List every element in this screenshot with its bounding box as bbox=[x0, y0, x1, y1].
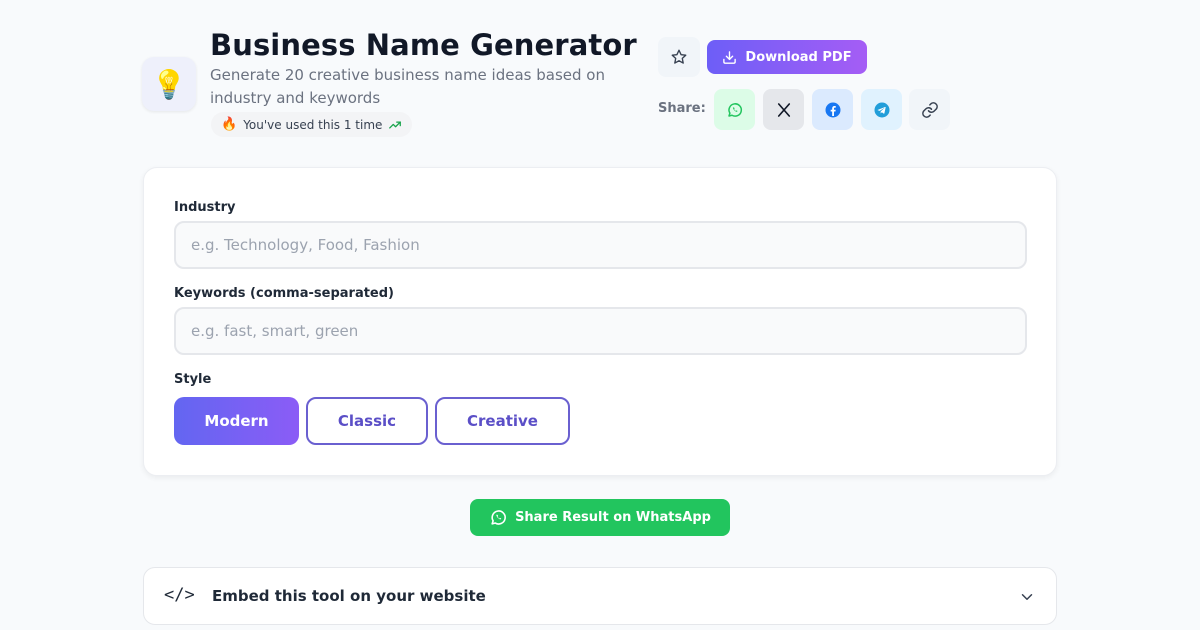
page-title: Business Name Generator bbox=[210, 28, 637, 62]
chevron-down-icon[interactable] bbox=[1018, 588, 1036, 606]
share-whatsapp-button[interactable] bbox=[714, 89, 755, 130]
copy-link-button[interactable] bbox=[909, 89, 950, 130]
industry-input[interactable] bbox=[174, 221, 1027, 269]
page-subtitle: Generate 20 creative business name ideas… bbox=[210, 66, 605, 107]
download-pdf-label: Download PDF bbox=[745, 49, 852, 65]
telegram-icon bbox=[874, 102, 889, 117]
usage-badge: 🔥 You've used this 1 time bbox=[211, 112, 413, 137]
download-pdf-button[interactable]: Download PDF bbox=[707, 40, 867, 74]
code-icon: </> bbox=[164, 585, 195, 605]
keywords-label: Keywords (comma-separated) bbox=[174, 286, 394, 301]
usage-text: You've used this 1 time bbox=[243, 117, 383, 132]
industry-label: Industry bbox=[174, 200, 236, 215]
app-icon-glyph: 💡 bbox=[151, 67, 187, 101]
lightbulb-icon: 💡 bbox=[142, 57, 196, 111]
embed-title: Embed this tool on your website bbox=[212, 587, 486, 605]
whatsapp-icon bbox=[727, 102, 742, 117]
share-x-button[interactable] bbox=[763, 89, 804, 130]
share-result-whatsapp-button[interactable]: Share Result on WhatsApp bbox=[470, 499, 730, 536]
whatsapp-icon bbox=[491, 510, 506, 525]
embed-accordion[interactable]: </> Embed this tool on your website bbox=[143, 567, 1057, 625]
share-result-label: Share Result on WhatsApp bbox=[515, 510, 711, 525]
x-icon bbox=[777, 102, 790, 117]
favorite-button[interactable] bbox=[658, 37, 700, 77]
style-option-classic[interactable]: Classic bbox=[306, 397, 428, 445]
fire-icon: 🔥 bbox=[221, 117, 238, 132]
style-option-modern[interactable]: Modern bbox=[174, 397, 299, 445]
facebook-icon bbox=[825, 102, 840, 117]
share-label: Share: bbox=[658, 101, 706, 116]
star-icon bbox=[671, 49, 687, 64]
share-telegram-button[interactable] bbox=[861, 89, 902, 130]
keywords-input[interactable] bbox=[174, 307, 1027, 355]
link-icon bbox=[921, 101, 938, 118]
download-icon bbox=[723, 50, 737, 64]
style-label: Style bbox=[174, 372, 212, 387]
style-option-creative[interactable]: Creative bbox=[435, 397, 570, 445]
generator-form-card: Industry Keywords (comma-separated) Styl… bbox=[143, 167, 1057, 476]
share-facebook-button[interactable] bbox=[812, 89, 853, 130]
trending-up-icon bbox=[389, 120, 402, 129]
